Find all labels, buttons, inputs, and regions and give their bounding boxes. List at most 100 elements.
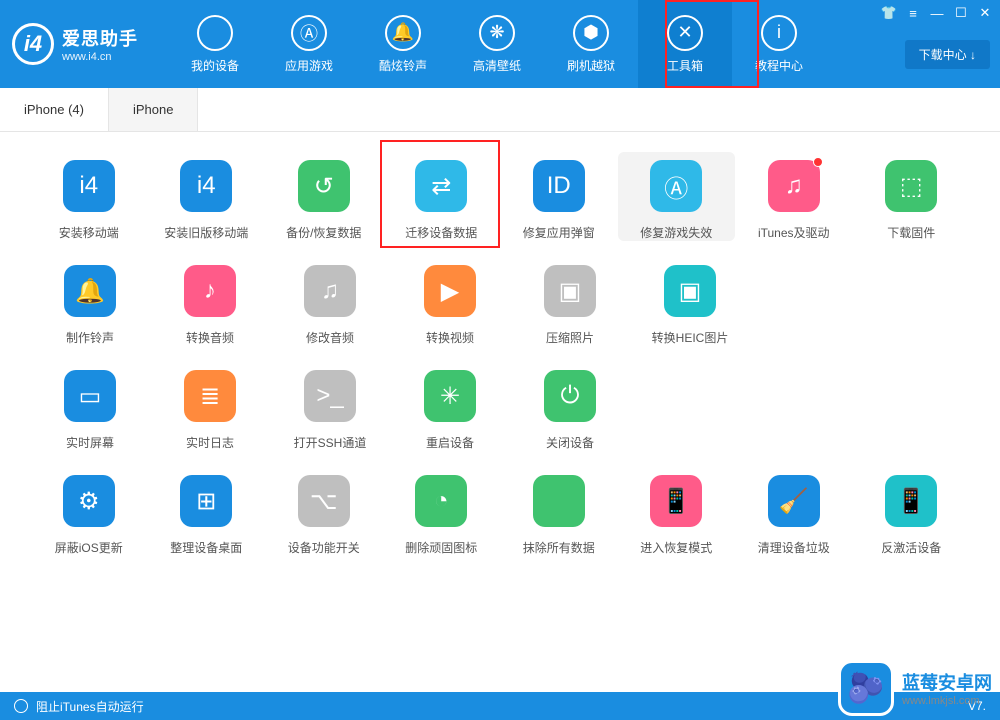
nav-icon: 🔔 [385,15,421,51]
tool-label: 屏蔽iOS更新 [55,539,123,556]
download-center-button[interactable]: 下载中心 ↓ [905,40,990,69]
tool-icon: ⇄ [415,160,467,212]
tool-icon: 🧹 [768,475,820,527]
menu-icon[interactable]: ≡ [904,4,922,22]
tool-进入恢复模式[interactable]: 📱进入恢复模式 [618,475,736,556]
tool-压缩照片[interactable]: ▣ 压缩照片 [510,265,630,346]
tool-icon: ▣ [544,265,596,317]
tool-屏蔽iOS更新[interactable]: ⚙ 屏蔽iOS更新 [30,475,148,556]
tool-label: 整理设备桌面 [170,539,242,556]
nav-高清壁纸[interactable]: ❋高清壁纸 [450,0,544,88]
tool-整理设备桌面[interactable]: ⊞ 整理设备桌面 [148,475,266,556]
tool-label: 安装旧版移动端 [164,224,248,241]
shirt-icon[interactable]: 👕 [880,4,898,22]
window-controls: 👕 ≡ — ☐ ✕ [880,4,994,22]
nav-应用游戏[interactable]: Ⓐ 应用游戏 [262,0,356,88]
tool-icon: ⏻ [544,370,596,422]
close-icon[interactable]: ✕ [976,4,994,22]
nav-icon: ✕ [667,15,703,51]
tool-icon: ▭ [64,370,116,422]
app-name: 爱思助手 [62,25,138,51]
tool-迁移设备数据[interactable]: ⇄迁移设备数据 [383,160,501,241]
tool-label: 修改音频 [306,329,354,346]
tool-label: 修复游戏失效 [640,224,712,241]
tool-icon: 🔔 [64,265,116,317]
watermark: 🫐 蓝莓安卓网 www.lmkjsl.com [838,660,992,716]
app-logo[interactable]: i4 爱思助手 www.i4.cn [12,23,138,65]
tool-icon: ▶ [424,265,476,317]
nav-label: 工具箱 [667,57,703,74]
nav-label: 酷炫铃声 [379,57,427,74]
minimize-icon[interactable]: — [928,4,946,22]
tool-icon: ▣ [664,265,716,317]
tool-打开SSH通道[interactable]: >_ 打开SSH通道 [270,370,390,451]
nav-工具箱[interactable]: ✕ 工具箱 [638,0,732,88]
tool-修改音频[interactable]: ♫修改音频 [270,265,390,346]
tool-icon: i4 [63,160,115,212]
tool-label: 转换HEIC图片 [652,329,729,346]
tool-修复应用弹窗[interactable]: ID修复应用弹窗 [500,160,618,241]
tool-icon: ⬚ [885,160,937,212]
nav-icon: ⬢ [573,15,609,51]
tool-label: 抹除所有数据 [523,539,595,556]
nav-label: 刷机越狱 [567,57,615,74]
tool-icon: Ⓐ [650,160,702,212]
tool-删除顽固图标[interactable]: ◔ 删除顽固图标 [383,475,501,556]
tool-label: 关闭设备 [546,434,594,451]
tool-label: 压缩照片 [546,329,594,346]
tool-iTunes及驱动[interactable]: ♫iTunes及驱动 [735,160,853,241]
tool-label: 清理设备垃圾 [758,539,830,556]
tool-icon: ⚙ [63,475,115,527]
maximize-icon[interactable]: ☐ [952,4,970,22]
tool-icon: 📱 [650,475,702,527]
tool-转换HEIC图片[interactable]: ▣ 转换HEIC图片 [630,265,750,346]
nav-刷机越狱[interactable]: ⬢ 刷机越狱 [544,0,638,88]
tool-icon: ⌥ [298,475,350,527]
tool-抹除所有数据[interactable]: 抹除所有数据 [500,475,618,556]
footer-text[interactable]: 阻止iTunes自动运行 [36,698,144,715]
tool-icon: ≣ [184,370,236,422]
tab-iPhone[interactable]: iPhone [109,88,198,131]
logo-icon: i4 [12,23,54,65]
tool-重启设备[interactable]: ✳ 重启设备 [390,370,510,451]
tool-实时屏幕[interactable]: ▭实时屏幕 [30,370,150,451]
tool-关闭设备[interactable]: ⏻ 关闭设备 [510,370,630,451]
tool-icon: ✳ [424,370,476,422]
tool-label: 删除顽固图标 [405,539,477,556]
watermark-title: 蓝莓安卓网 [902,669,992,695]
toggle-icon[interactable] [14,699,28,713]
tool-设备功能开关[interactable]: ⌥ 设备功能开关 [265,475,383,556]
tool-icon: ↺ [298,160,350,212]
nav-icon: Ⓐ [291,15,327,51]
tool-icon [533,475,585,527]
tool-安装旧版移动端[interactable]: i4安装旧版移动端 [148,160,266,241]
tool-icon: 📱 [885,475,937,527]
tool-下载固件[interactable]: ⬚下载固件 [853,160,971,241]
nav-我的设备[interactable]: 我的设备 [168,0,262,88]
tool-label: 修复应用弹窗 [523,224,595,241]
tool-制作铃声[interactable]: 🔔 制作铃声 [30,265,150,346]
tool-转换音频[interactable]: ♪转换音频 [150,265,270,346]
tool-反激活设备[interactable]: 📱反激活设备 [853,475,971,556]
tool-修复游戏失效[interactable]: Ⓐ 修复游戏失效 [618,152,736,241]
tool-icon: ◔ [415,475,467,527]
tool-label: 重启设备 [426,434,474,451]
nav-label: 高清壁纸 [473,57,521,74]
tool-icon: ⊞ [180,475,232,527]
nav-酷炫铃声[interactable]: 🔔 酷炫铃声 [356,0,450,88]
tool-label: 制作铃声 [66,329,114,346]
tool-转换视频[interactable]: ▶转换视频 [390,265,510,346]
tool-实时日志[interactable]: ≣实时日志 [150,370,270,451]
tool-label: iTunes及驱动 [758,224,830,241]
tool-label: 设备功能开关 [288,539,360,556]
tool-备份/恢复数据[interactable]: ↺备份/恢复数据 [265,160,383,241]
nav-教程中心[interactable]: i教程中心 [732,0,826,88]
tool-icon: >_ [304,370,356,422]
tool-label: 打开SSH通道 [294,434,367,451]
nav-label: 应用游戏 [285,57,333,74]
tool-清理设备垃圾[interactable]: 🧹 清理设备垃圾 [735,475,853,556]
tab-iPhone (4)[interactable]: iPhone (4) [0,88,109,131]
tool-安装移动端[interactable]: i4安装移动端 [30,160,148,241]
nav-icon: i [761,15,797,51]
watermark-icon: 🫐 [838,660,894,716]
